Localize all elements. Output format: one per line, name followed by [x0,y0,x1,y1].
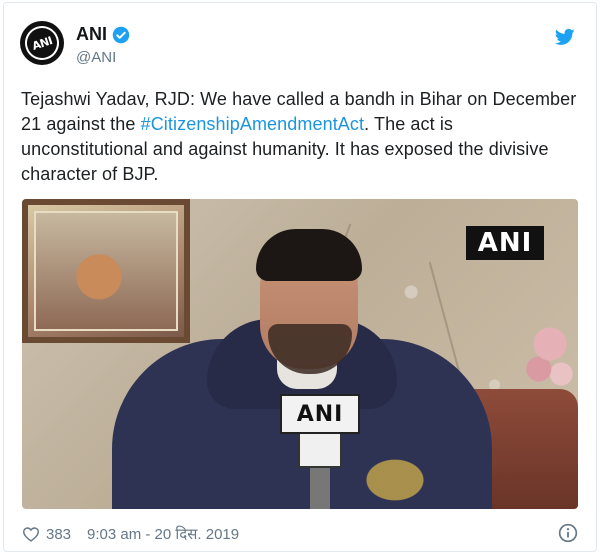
author-names: ANI @ANI [76,24,130,66]
display-name-row: ANI [76,24,130,45]
flower-plant [522,314,578,414]
hashtag-link[interactable]: #CitizenshipAmendmentAct [141,114,365,134]
hoodie-eagle-print [360,455,430,505]
handle[interactable]: @ANI [76,49,130,66]
tweet-text: Tejashwi Yadav, RJD: We have called a ba… [21,87,581,187]
heart-icon[interactable] [22,526,40,542]
mic-handle [310,468,330,509]
avatar-logo: ANI [20,21,64,65]
avatar[interactable]: ANI [20,21,64,65]
mic-neck [298,434,342,468]
verified-badge-icon [112,26,130,43]
like-count[interactable]: 383 [46,526,71,543]
tweet-header: ANI ANI @ANI [20,21,580,69]
hair [256,229,362,281]
tweet-card: ANI ANI @ANI Tejashwi Yadav, RJD: We hav… [3,2,597,552]
tweet-media-image[interactable]: ANI ANI [22,199,578,509]
info-icon[interactable] [558,523,578,543]
twitter-bird-icon[interactable] [554,27,576,47]
tweet-footer: 383 9:03 am - 20 दिस. 2019 [22,522,582,546]
mic-flag: ANI [280,394,360,434]
display-name[interactable]: ANI [76,24,107,45]
timestamp[interactable]: 9:03 am - 20 दिस. 2019 [87,524,239,544]
microphone: ANI [280,394,360,509]
